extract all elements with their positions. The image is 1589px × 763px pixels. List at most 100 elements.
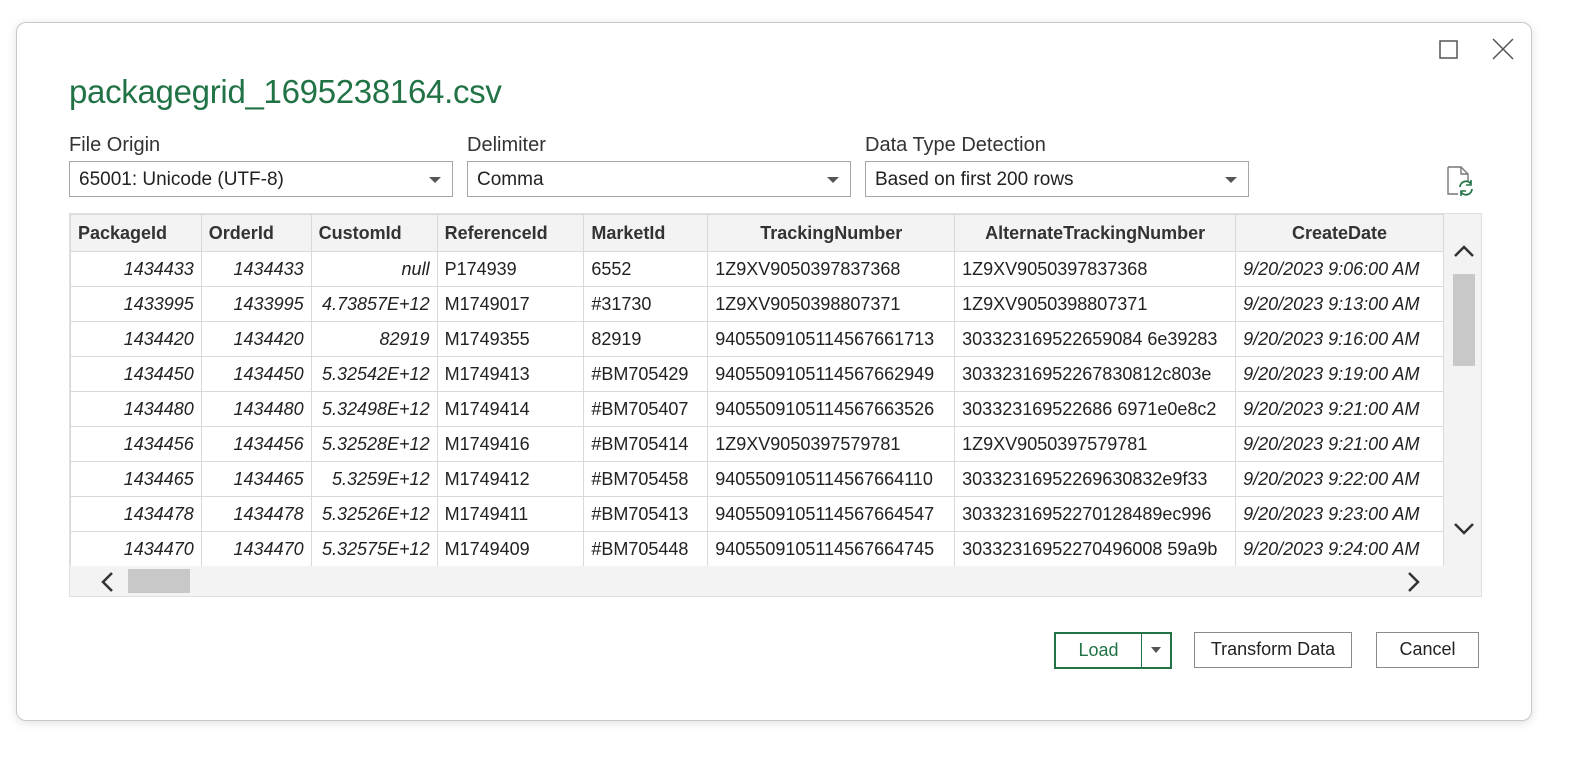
table-cell: 82919 bbox=[310, 321, 438, 357]
column-header[interactable]: CreateDate bbox=[1235, 214, 1444, 252]
delimiter-value: Comma bbox=[477, 169, 544, 190]
table-cell: 1434478 bbox=[200, 496, 312, 532]
cancel-button[interactable]: Cancel bbox=[1376, 632, 1479, 668]
table-cell: 1Z9XV9050398807371 bbox=[707, 286, 956, 322]
table-cell: 9/20/2023 9:21:00 AM bbox=[1235, 426, 1444, 462]
file-origin-label: File Origin bbox=[69, 134, 161, 156]
table-cell: 5.32542E+12 bbox=[310, 356, 438, 392]
delimiter-select[interactable]: Comma bbox=[467, 161, 851, 197]
table-cell: 5.3259E+12 bbox=[310, 461, 438, 497]
column-header[interactable]: CustomId bbox=[310, 214, 438, 252]
table-cell: 1Z9XV9050397579781 bbox=[954, 426, 1237, 462]
table-cell: 9/20/2023 9:16:00 AM bbox=[1235, 321, 1444, 357]
table-cell: M1749017 bbox=[436, 286, 585, 322]
load-split-button: Load bbox=[1054, 632, 1172, 669]
table-cell: 5.32575E+12 bbox=[310, 531, 438, 566]
chevron-left-icon[interactable] bbox=[100, 571, 114, 593]
table-cell: 1433995 bbox=[70, 286, 202, 322]
table-cell: 9/20/2023 9:06:00 AM bbox=[1235, 251, 1444, 287]
chevron-down-icon[interactable] bbox=[1453, 522, 1475, 536]
table-cell: 9405509105114567664745 bbox=[707, 531, 956, 566]
table-cell: #BM705407 bbox=[583, 391, 709, 427]
table-cell: 82919 bbox=[583, 321, 709, 357]
table-row: 1434433 1434433 null P174939 6552 1Z9XV905039… bbox=[70, 251, 1444, 287]
column-header[interactable]: TrackingNumber bbox=[707, 214, 956, 252]
table-row: 1434450 1434450 5.32542E+12 M1749413 #BM7054… bbox=[70, 356, 1444, 392]
table-cell: #BM705413 bbox=[583, 496, 709, 532]
chevron-up-icon[interactable] bbox=[1453, 244, 1475, 258]
table-cell: M1749411 bbox=[436, 496, 585, 532]
data-type-detection-label: Data Type Detection bbox=[865, 134, 1046, 156]
table-cell: 5.32526E+12 bbox=[310, 496, 438, 532]
table-cell: 303323169522686 6971e0e8c2 bbox=[954, 391, 1237, 427]
grid-viewport: PackageId OrderId CustomId ReferenceId M… bbox=[70, 214, 1444, 566]
table-row: 1434480 1434480 5.32498E+12 M1749414 #BM7054… bbox=[70, 391, 1444, 427]
column-header[interactable]: MarketId bbox=[583, 214, 709, 252]
table-cell: null bbox=[310, 251, 438, 287]
data-preview-grid: PackageId OrderId CustomId ReferenceId M… bbox=[69, 213, 1482, 597]
table-cell: 5.32528E+12 bbox=[310, 426, 438, 462]
preview-table: PackageId OrderId CustomId ReferenceId M… bbox=[70, 214, 1444, 566]
grid-body: 1434433 1434433 null P174939 6552 1Z9XV905039… bbox=[70, 251, 1444, 566]
table-cell: 1434480 bbox=[70, 391, 202, 427]
close-icon[interactable] bbox=[1489, 35, 1517, 63]
table-cell: 5.32498E+12 bbox=[310, 391, 438, 427]
data-type-detection-select[interactable]: Based on first 200 rows bbox=[865, 161, 1249, 197]
chevron-down-icon bbox=[827, 177, 839, 183]
table-cell: 30332316952270128489ec996 bbox=[954, 496, 1237, 532]
table-cell: 4.73857E+12 bbox=[310, 286, 438, 322]
table-cell: 9405509105114567664110 bbox=[707, 461, 956, 497]
horizontal-scroll-thumb[interactable] bbox=[128, 569, 190, 593]
table-cell: 1Z9XV9050397579781 bbox=[707, 426, 956, 462]
column-header[interactable]: OrderId bbox=[200, 214, 312, 252]
file-origin-value: 65001: Unicode (UTF-8) bbox=[79, 169, 284, 190]
table-cell: 303323169522659084 6e39283 bbox=[954, 321, 1237, 357]
table-cell: 1434450 bbox=[70, 356, 202, 392]
vertical-scroll-thumb[interactable] bbox=[1453, 274, 1475, 366]
vertical-scrollbar[interactable] bbox=[1445, 214, 1481, 566]
delimiter-label: Delimiter bbox=[467, 134, 546, 156]
table-row: 1434420 1434420 82919 M1749355 82919 94055091… bbox=[70, 321, 1444, 357]
table-cell: 9405509105114567664547 bbox=[707, 496, 956, 532]
maximize-icon[interactable] bbox=[1435, 35, 1463, 63]
table-row: 1434470 1434470 5.32575E+12 M1749409 #BM7054… bbox=[70, 531, 1444, 566]
column-header[interactable]: PackageId bbox=[70, 214, 202, 252]
table-cell: M1749409 bbox=[436, 531, 585, 566]
table-cell: #31730 bbox=[583, 286, 709, 322]
data-type-detection-value: Based on first 200 rows bbox=[875, 169, 1074, 190]
table-cell: 1434456 bbox=[200, 426, 312, 462]
table-cell: #BM705429 bbox=[583, 356, 709, 392]
table-cell: 1Z9XV9050397837368 bbox=[954, 251, 1237, 287]
table-cell: 9405509105114567661713 bbox=[707, 321, 956, 357]
load-button[interactable]: Load bbox=[1056, 634, 1141, 667]
column-header[interactable]: AlternateTrackingNumber bbox=[954, 214, 1237, 252]
horizontal-scrollbar[interactable] bbox=[70, 566, 1481, 596]
table-row: 1434465 1434465 5.3259E+12 M1749412 #BM70545… bbox=[70, 461, 1444, 497]
table-cell: 6552 bbox=[583, 251, 709, 287]
load-options-button[interactable] bbox=[1141, 634, 1171, 667]
table-row: 1434478 1434478 5.32526E+12 M1749411 #BM7054… bbox=[70, 496, 1444, 532]
chevron-right-icon[interactable] bbox=[1407, 571, 1421, 593]
table-cell: 1434420 bbox=[70, 321, 202, 357]
table-cell: 1434433 bbox=[200, 251, 312, 287]
column-header[interactable]: ReferenceId bbox=[436, 214, 585, 252]
table-cell: 30332316952267830812c803e bbox=[954, 356, 1237, 392]
transform-data-button[interactable]: Transform Data bbox=[1194, 632, 1352, 668]
table-cell: 30332316952269630832e9f33 bbox=[954, 461, 1237, 497]
table-cell: 1434433 bbox=[70, 251, 202, 287]
table-row: 1433995 1433995 4.73857E+12 M1749017 #31730 1… bbox=[70, 286, 1444, 322]
table-cell: 1434470 bbox=[70, 531, 202, 566]
table-cell: M1749412 bbox=[436, 461, 585, 497]
table-cell: 9/20/2023 9:22:00 AM bbox=[1235, 461, 1444, 497]
table-cell: 1433995 bbox=[200, 286, 312, 322]
dialog-title: packagegrid_1695238164.csv bbox=[69, 73, 502, 110]
table-cell: 9/20/2023 9:19:00 AM bbox=[1235, 356, 1444, 392]
table-cell: M1749416 bbox=[436, 426, 585, 462]
table-cell: M1749414 bbox=[436, 391, 585, 427]
table-cell: 9/20/2023 9:21:00 AM bbox=[1235, 391, 1444, 427]
table-cell: #BM705448 bbox=[583, 531, 709, 566]
table-cell: 30332316952270496008 59a9b bbox=[954, 531, 1237, 566]
file-origin-select[interactable]: 65001: Unicode (UTF-8) bbox=[69, 161, 453, 197]
table-cell: 1Z9XV9050397837368 bbox=[707, 251, 956, 287]
refresh-icon[interactable] bbox=[1446, 165, 1474, 202]
